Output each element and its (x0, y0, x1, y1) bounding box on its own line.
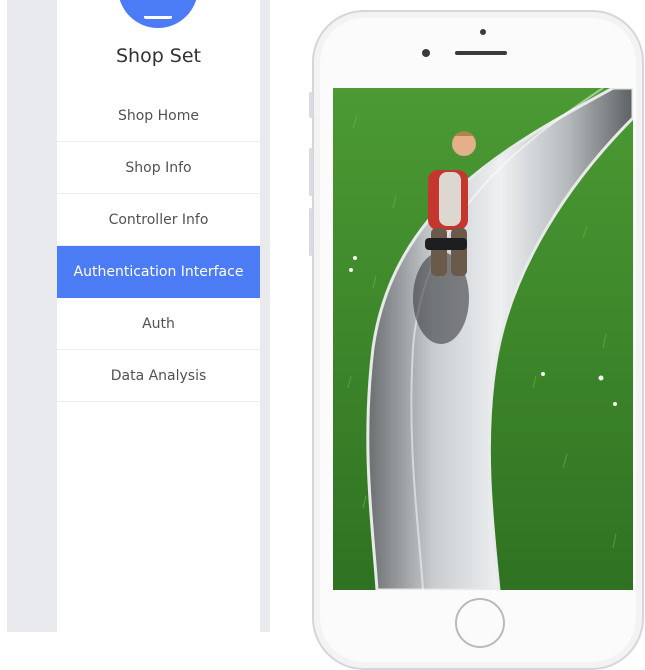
sidebar-item-shop-home[interactable]: Shop Home (57, 90, 260, 142)
left-gutter (0, 0, 57, 632)
sidebar-menu: Shop Home Shop Info Controller Info Auth… (57, 90, 260, 402)
sidebar: Shop Set Shop Home Shop Info Controller … (57, 0, 260, 632)
volume-up-icon (309, 148, 313, 196)
shop-avatar-icon (144, 10, 172, 19)
shop-avatar[interactable] (118, 0, 198, 28)
phone-screen-image (333, 88, 633, 590)
mute-switch-icon (309, 92, 313, 118)
phone-preview (309, 10, 644, 670)
volume-down-icon (309, 208, 313, 256)
sidebar-item-data-analysis[interactable]: Data Analysis (57, 350, 260, 402)
front-camera-icon (422, 49, 430, 57)
panel-divider (260, 0, 270, 632)
sidebar-item-shop-info[interactable]: Shop Info (57, 142, 260, 194)
speaker-icon (455, 51, 507, 55)
sidebar-item-auth[interactable]: Auth (57, 298, 260, 350)
slide-photo (333, 88, 633, 590)
sidebar-item-controller-info[interactable]: Controller Info (57, 194, 260, 246)
sidebar-item-authentication-interface[interactable]: Authentication Interface (57, 246, 260, 298)
home-button-icon[interactable] (455, 598, 505, 648)
camera-icon (480, 29, 486, 35)
sidebar-title: Shop Set (115, 45, 202, 67)
